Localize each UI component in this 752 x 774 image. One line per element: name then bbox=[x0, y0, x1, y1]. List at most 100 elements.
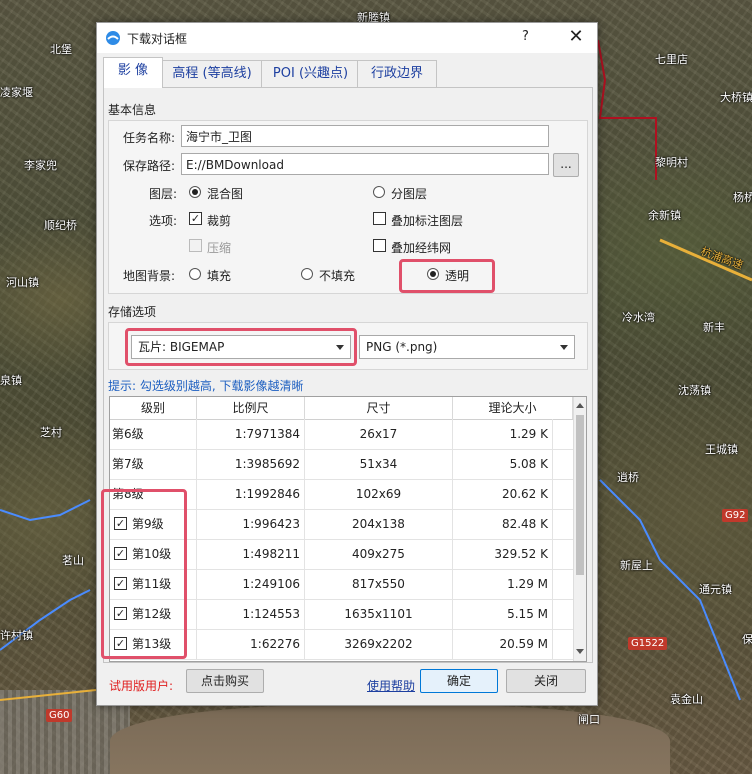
layer-label: 图层: bbox=[149, 187, 178, 201]
map-label: 闸口 bbox=[578, 713, 600, 726]
buy-button[interactable]: 点击购买 bbox=[186, 669, 264, 693]
scroll-thumb[interactable] bbox=[576, 415, 584, 575]
map-label: 七里店 bbox=[655, 53, 688, 66]
map-label: 黎明村 bbox=[655, 156, 688, 169]
scroll-up-icon[interactable] bbox=[576, 403, 584, 408]
close-button[interactable]: 关闭 bbox=[506, 669, 586, 693]
save-path-input[interactable]: E://BMDownload bbox=[181, 153, 549, 175]
overlay-labels-checkbox[interactable] bbox=[373, 212, 386, 225]
highway-g60 bbox=[0, 689, 97, 701]
layer-split-label[interactable]: 分图层 bbox=[391, 185, 427, 202]
basic-info-group: 任务名称: 海宁市_卫图 保存路径: E://BMDownload ... 图层… bbox=[108, 120, 588, 294]
help-link[interactable]: 使用帮助 bbox=[367, 677, 415, 694]
map-label: 芝村 bbox=[40, 426, 62, 439]
tile-format-highlight-box bbox=[125, 328, 357, 366]
options-label: 选项: bbox=[149, 214, 178, 228]
cell-est-size: 20.62 K bbox=[453, 479, 553, 509]
close-icon[interactable]: ✕ bbox=[567, 26, 585, 47]
image-format-value: PNG (*.png) bbox=[366, 340, 438, 354]
cell-est-size: 329.52 K bbox=[453, 539, 553, 569]
bg-fill-label[interactable]: 填充 bbox=[207, 267, 231, 284]
map-label: 许村镇 bbox=[0, 629, 33, 642]
scroll-down-icon[interactable] bbox=[576, 649, 584, 654]
map-label: 河山镇 bbox=[6, 276, 39, 289]
trial-user-label: 试用版用户: bbox=[109, 679, 174, 693]
layer-mixed-radio[interactable] bbox=[189, 186, 201, 198]
road-badge: G1522 bbox=[628, 637, 668, 650]
cell-est-size: 5.08 K bbox=[453, 449, 553, 479]
bg-nofill-radio[interactable] bbox=[301, 268, 313, 280]
cell-scale: 1:249106 bbox=[197, 569, 305, 599]
overlay-labels-label[interactable]: 叠加标注图层 bbox=[391, 212, 463, 229]
cell-scale: 1:7971384 bbox=[197, 419, 305, 449]
map-label: 泉镇 bbox=[0, 374, 22, 387]
cell-level: 第7级 bbox=[110, 449, 197, 479]
title-bar[interactable]: 下载对话框 ? ✕ bbox=[97, 23, 597, 53]
app-logo-icon bbox=[106, 31, 120, 45]
col-header-est-size[interactable]: 理论大小 bbox=[453, 397, 573, 419]
table-row[interactable]: 第7级 1:3985692 51x34 5.08 K bbox=[110, 449, 573, 480]
map-label: 顺纪桥 bbox=[44, 219, 77, 232]
cell-size: 102x69 bbox=[305, 479, 453, 509]
layer-split-radio[interactable] bbox=[373, 186, 385, 198]
map-label: 北堡 bbox=[50, 43, 72, 56]
table-header: 级别 比例尺 尺寸 理论大小 bbox=[110, 397, 573, 420]
help-button[interactable]: ? bbox=[522, 29, 529, 44]
browse-button[interactable]: ... bbox=[553, 153, 579, 177]
map-label: 沈荡镇 bbox=[678, 384, 711, 397]
cell-est-size: 5.15 M bbox=[453, 599, 553, 629]
overlay-grid-checkbox[interactable] bbox=[373, 239, 386, 252]
levels-highlight-box bbox=[101, 489, 187, 659]
col-header-size[interactable]: 尺寸 bbox=[305, 397, 453, 419]
cell-est-size: 1.29 M bbox=[453, 569, 553, 599]
tab-imagery[interactable]: 影 像 bbox=[103, 57, 163, 88]
col-header-level[interactable]: 级别 bbox=[110, 397, 197, 419]
tab-poi[interactable]: POI (兴趣点) bbox=[261, 60, 360, 87]
map-label: 凌家堰 bbox=[0, 86, 33, 99]
chevron-down-icon bbox=[560, 345, 568, 350]
admin-boundary-red bbox=[597, 39, 657, 180]
bg-nofill-label[interactable]: 不填充 bbox=[319, 267, 355, 284]
map-label: 杨桥 bbox=[733, 191, 752, 204]
map-label: 王城镇 bbox=[705, 443, 738, 456]
cell-size: 817x550 bbox=[305, 569, 453, 599]
col-header-scale[interactable]: 比例尺 bbox=[197, 397, 305, 419]
map-label: 冷水湾 bbox=[622, 311, 655, 324]
cell-size: 51x34 bbox=[305, 449, 453, 479]
crop-label[interactable]: 裁剪 bbox=[207, 212, 231, 229]
table-row[interactable]: 第6级 1:7971384 26x17 1.29 K bbox=[110, 419, 573, 450]
map-background-label: 地图背景: bbox=[123, 269, 176, 283]
task-name-input[interactable]: 海宁市_卫图 bbox=[181, 125, 549, 147]
ok-button[interactable]: 确定 bbox=[420, 669, 498, 693]
map-label: 通元镇 bbox=[699, 583, 732, 596]
cell-size: 1635x1101 bbox=[305, 599, 453, 629]
image-format-select[interactable]: PNG (*.png) bbox=[359, 335, 575, 359]
dialog-footer: 试用版用户: 点击购买 使用帮助 确定 关闭 bbox=[97, 663, 597, 703]
tab-strip: 影 像 高程 (等高线) POI (兴趣点) 行政边界 bbox=[103, 57, 591, 88]
layer-mixed-label[interactable]: 混合图 bbox=[207, 185, 243, 202]
road-badge: G92 bbox=[722, 509, 749, 522]
table-scrollbar[interactable] bbox=[573, 397, 586, 661]
compress-checkbox bbox=[189, 239, 202, 252]
crop-checkbox[interactable]: ✓ bbox=[189, 212, 202, 225]
download-dialog: 下载对话框 ? ✕ 影 像 高程 (等高线) POI (兴趣点) 行政边界 基本… bbox=[96, 22, 598, 706]
map-label: 新屋上 bbox=[620, 559, 653, 572]
storage-group: 瓦片: BIGEMAP PNG (*.png) bbox=[108, 322, 588, 370]
compress-label: 压缩 bbox=[207, 241, 232, 255]
tab-admin-boundary[interactable]: 行政边界 bbox=[357, 60, 437, 87]
map-label: 逍桥 bbox=[617, 471, 639, 484]
overlay-grid-label[interactable]: 叠加经纬网 bbox=[391, 239, 451, 256]
cell-level: 第6级 bbox=[110, 419, 197, 449]
cell-est-size: 82.48 K bbox=[453, 509, 553, 539]
cell-est-size: 1.29 K bbox=[453, 419, 553, 449]
road-badge: G60 bbox=[46, 709, 73, 722]
cell-est-size: 20.59 M bbox=[453, 629, 553, 659]
cell-size: 3269x2202 bbox=[305, 629, 453, 659]
tab-elevation[interactable]: 高程 (等高线) bbox=[160, 60, 264, 87]
map-label: 余新镇 bbox=[648, 209, 681, 222]
map-label: 新丰 bbox=[703, 321, 725, 334]
bg-fill-radio[interactable] bbox=[189, 268, 201, 280]
cell-scale: 1:62276 bbox=[197, 629, 305, 659]
cell-scale: 1:996423 bbox=[197, 509, 305, 539]
map-label: 保 bbox=[742, 633, 752, 646]
